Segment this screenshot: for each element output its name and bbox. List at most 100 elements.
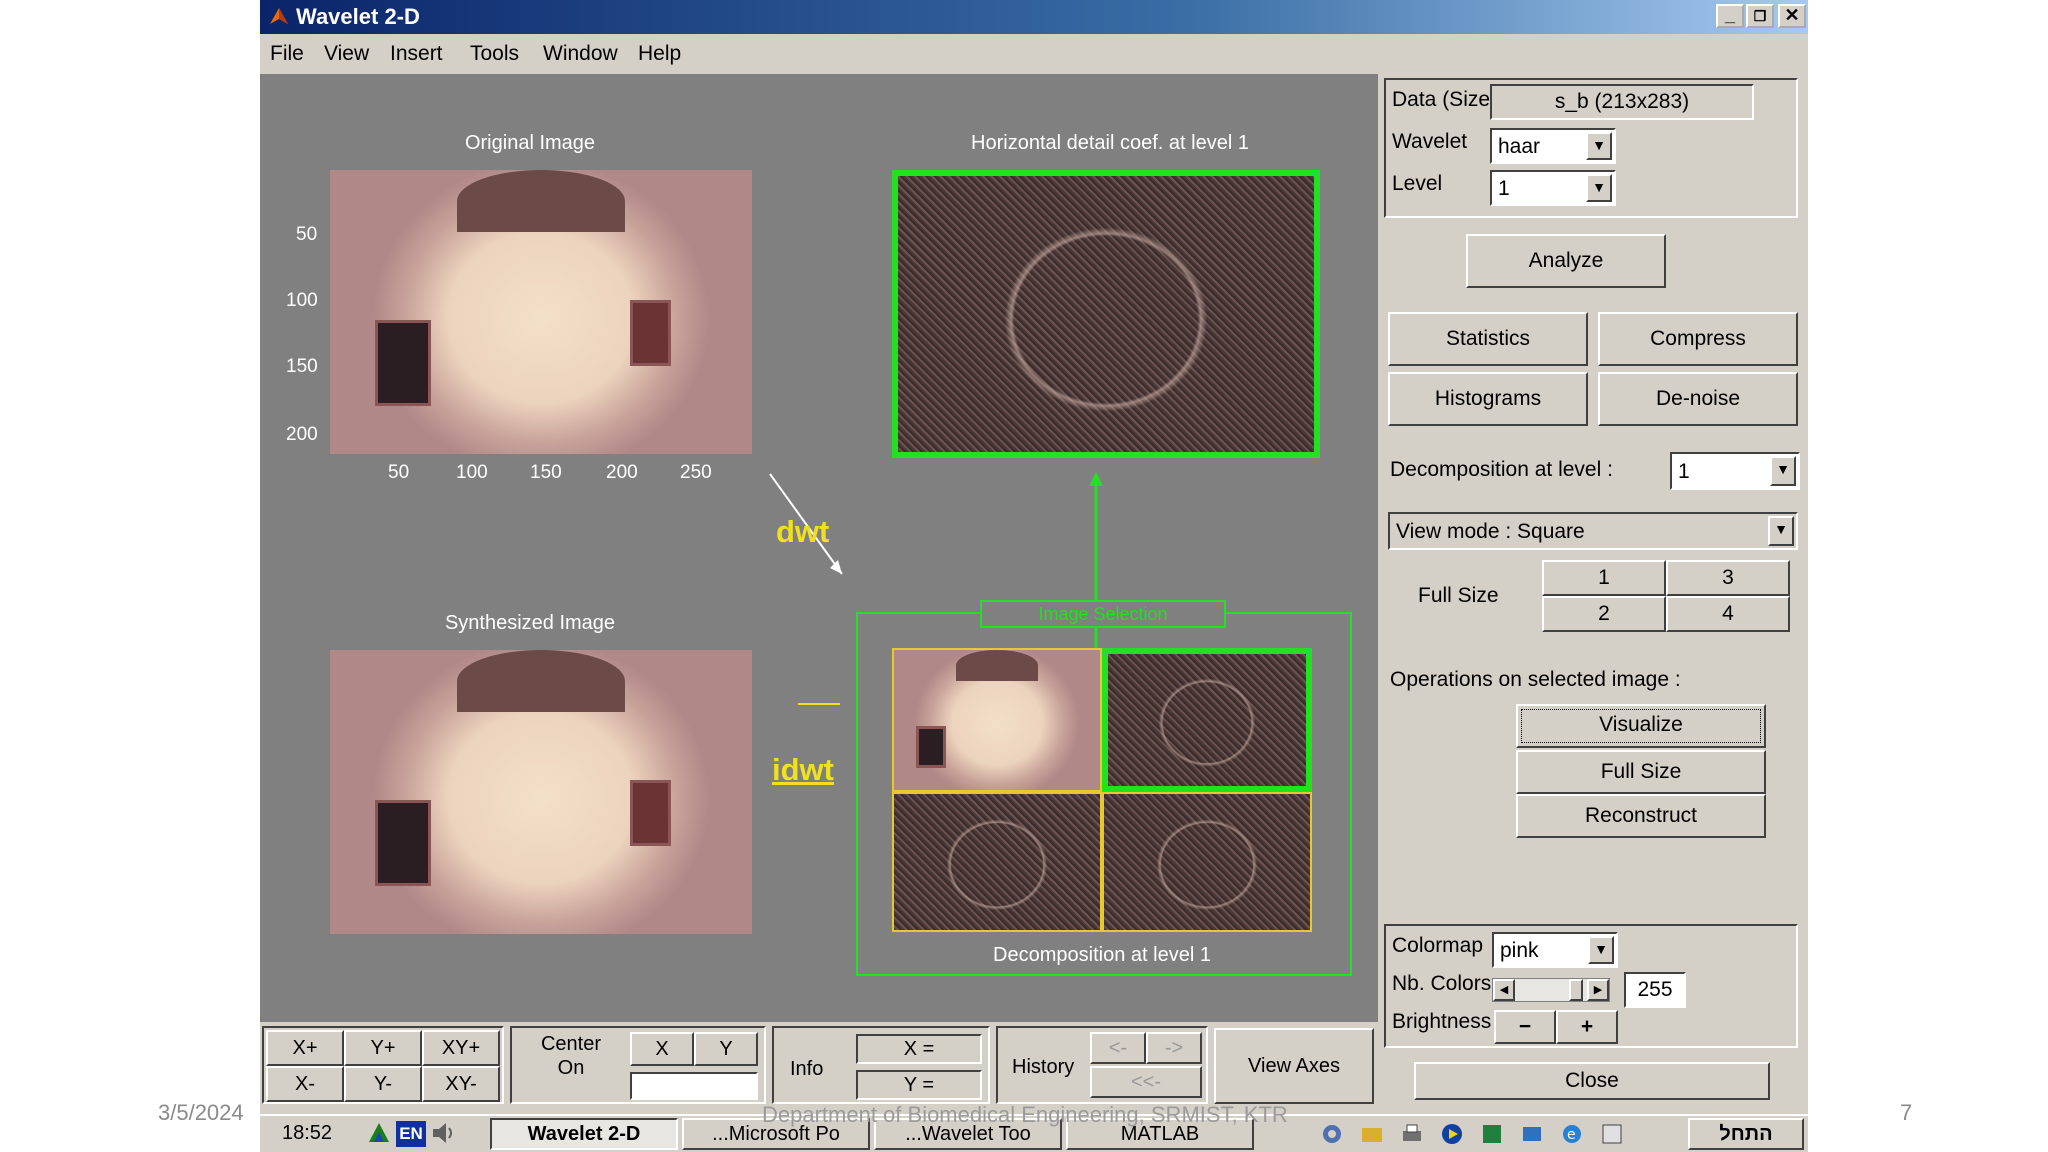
task-wavelet-2d[interactable]: Wavelet 2-D xyxy=(490,1118,678,1150)
x-tick: 150 xyxy=(530,462,562,483)
quicklaunch-media-icon[interactable] xyxy=(1440,1122,1464,1146)
hair-shape xyxy=(456,650,626,713)
vertical-subimage[interactable] xyxy=(892,792,1102,932)
nb-colors-label: Nb. Colors xyxy=(1392,972,1492,995)
language-indicator[interactable]: EN xyxy=(396,1121,426,1147)
decomposition-level-dropdown[interactable]: 1 ▼ xyxy=(1670,452,1800,490)
full-size-2-button[interactable]: 2 xyxy=(1542,596,1666,632)
menu-insert[interactable]: Insert xyxy=(390,42,443,66)
menu-window[interactable]: Window xyxy=(543,42,618,66)
minimize-button[interactable]: _ xyxy=(1716,4,1744,28)
quicklaunch-printer-icon[interactable] xyxy=(1400,1122,1424,1146)
zoom-xy-plus-button[interactable]: XY+ xyxy=(422,1030,500,1066)
full-size-1-button[interactable]: 1 xyxy=(1542,560,1666,596)
center-y-button[interactable]: Y xyxy=(694,1032,758,1066)
denoise-button[interactable]: De-noise xyxy=(1598,372,1798,426)
clock: 18:52 xyxy=(282,1122,333,1144)
nb-colors-input[interactable]: 255 xyxy=(1624,972,1686,1008)
dwt-label: dwt xyxy=(776,514,830,549)
chevron-down-icon: ▼ xyxy=(1586,132,1612,160)
slide-date: 3/5/2024 xyxy=(158,1100,244,1125)
minimize-icon: _ xyxy=(1724,5,1735,25)
full-size-label: Full Size xyxy=(1418,584,1499,607)
synthesized-image[interactable] xyxy=(330,650,752,934)
history-rewind-button[interactable]: <<- xyxy=(1090,1066,1202,1098)
wall-poster xyxy=(630,300,671,366)
chevron-down-icon: ▼ xyxy=(1770,456,1796,486)
quicklaunch-app-icon[interactable] xyxy=(1480,1122,1504,1146)
wall-poster xyxy=(375,800,431,886)
brightness-minus-button[interactable]: − xyxy=(1494,1010,1556,1044)
network-icon[interactable] xyxy=(366,1120,392,1146)
x-tick: 250 xyxy=(680,462,712,483)
slider-left-arrow-icon[interactable]: ◀ xyxy=(1493,979,1515,1001)
slider-thumb[interactable] xyxy=(1569,979,1583,1001)
synthesized-image-title: Synthesized Image xyxy=(444,612,616,634)
wavelet-dropdown[interactable]: haar ▼ xyxy=(1490,128,1616,164)
task-label: Wavelet 2-D xyxy=(527,1123,641,1145)
history-back-button[interactable]: <- xyxy=(1090,1032,1146,1064)
compress-button[interactable]: Compress xyxy=(1598,312,1798,366)
original-image[interactable] xyxy=(330,170,752,454)
chevron-down-icon: ▼ xyxy=(1586,174,1612,202)
quicklaunch-folder-icon[interactable] xyxy=(1360,1122,1384,1146)
full-size-3-button[interactable]: 3 xyxy=(1666,560,1790,596)
view-mode-dropdown[interactable]: View mode : Square ▼ xyxy=(1388,512,1798,550)
view-axes-button[interactable]: View Axes xyxy=(1214,1028,1374,1104)
start-button[interactable]: התחל xyxy=(1688,1118,1804,1150)
volume-icon[interactable] xyxy=(430,1120,456,1146)
colormap-dropdown[interactable]: pink ▼ xyxy=(1492,932,1618,968)
quicklaunch-ie-icon[interactable]: e xyxy=(1560,1122,1584,1146)
matlab-logo-icon xyxy=(268,6,290,28)
quicklaunch-outlook-icon[interactable] xyxy=(1520,1122,1544,1146)
maximize-button[interactable]: ❐ xyxy=(1746,4,1774,28)
start-label: התחל xyxy=(1719,1123,1773,1145)
wall-poster xyxy=(630,780,671,846)
history-forward-button[interactable]: -> xyxy=(1146,1032,1202,1064)
menu-tools[interactable]: Tools xyxy=(470,42,519,66)
analyze-button[interactable]: Analyze xyxy=(1466,234,1666,288)
zoom-y-minus-button[interactable]: Y- xyxy=(344,1066,422,1102)
title-bar: Wavelet 2-D _ ❐ ✕ xyxy=(260,0,1808,34)
brightness-plus-button[interactable]: + xyxy=(1556,1010,1618,1044)
full-size-button[interactable]: Full Size xyxy=(1516,750,1766,794)
level-label: Level xyxy=(1392,172,1443,195)
zoom-x-minus-button[interactable]: X- xyxy=(266,1066,344,1102)
level-value: 1 xyxy=(1498,177,1510,200)
original-image-title: Original Image xyxy=(464,132,596,154)
statistics-button[interactable]: Statistics xyxy=(1388,312,1588,366)
horizontal-subimage[interactable] xyxy=(1102,648,1312,792)
menu-file[interactable]: File xyxy=(270,42,304,66)
nb-colors-slider[interactable]: ◀ ▶ xyxy=(1492,978,1610,1002)
quicklaunch-desktop-icon[interactable] xyxy=(1600,1122,1624,1146)
slide-page-number: 7 xyxy=(1900,1100,1913,1125)
reconstruct-button[interactable]: Reconstruct xyxy=(1516,794,1766,838)
histograms-button[interactable]: Histograms xyxy=(1388,372,1588,426)
slider-right-arrow-icon[interactable]: ▶ xyxy=(1587,979,1609,1001)
visualize-button[interactable]: Visualize xyxy=(1516,704,1766,748)
y-tick: 100 xyxy=(286,290,318,311)
y-tick: 150 xyxy=(286,356,318,377)
svg-text:e: e xyxy=(1567,1127,1576,1143)
horizontal-detail-image[interactable] xyxy=(892,170,1320,458)
center-on-label: Center On xyxy=(540,1033,602,1079)
close-button[interactable]: Close xyxy=(1414,1062,1770,1100)
full-size-4-button[interactable]: 4 xyxy=(1666,596,1790,632)
hair-shape xyxy=(955,650,1039,681)
menu-view[interactable]: View xyxy=(324,42,369,66)
zoom-xy-minus-button[interactable]: XY- xyxy=(422,1066,500,1102)
quicklaunch-settings-icon[interactable] xyxy=(1320,1122,1344,1146)
approx-subimage[interactable] xyxy=(892,648,1102,792)
close-window-button[interactable]: ✕ xyxy=(1778,4,1806,28)
chevron-down-icon: ▼ xyxy=(1588,936,1614,964)
level-dropdown[interactable]: 1 ▼ xyxy=(1490,170,1616,206)
center-on-input[interactable] xyxy=(630,1072,758,1100)
menu-help[interactable]: Help xyxy=(638,42,681,66)
wall-poster xyxy=(916,726,946,768)
center-x-button[interactable]: X xyxy=(630,1032,694,1066)
view-mode-value: View mode : Square xyxy=(1396,520,1585,543)
wall-poster xyxy=(375,320,431,406)
diagonal-subimage[interactable] xyxy=(1102,792,1312,932)
zoom-y-plus-button[interactable]: Y+ xyxy=(344,1030,422,1066)
zoom-x-plus-button[interactable]: X+ xyxy=(266,1030,344,1066)
